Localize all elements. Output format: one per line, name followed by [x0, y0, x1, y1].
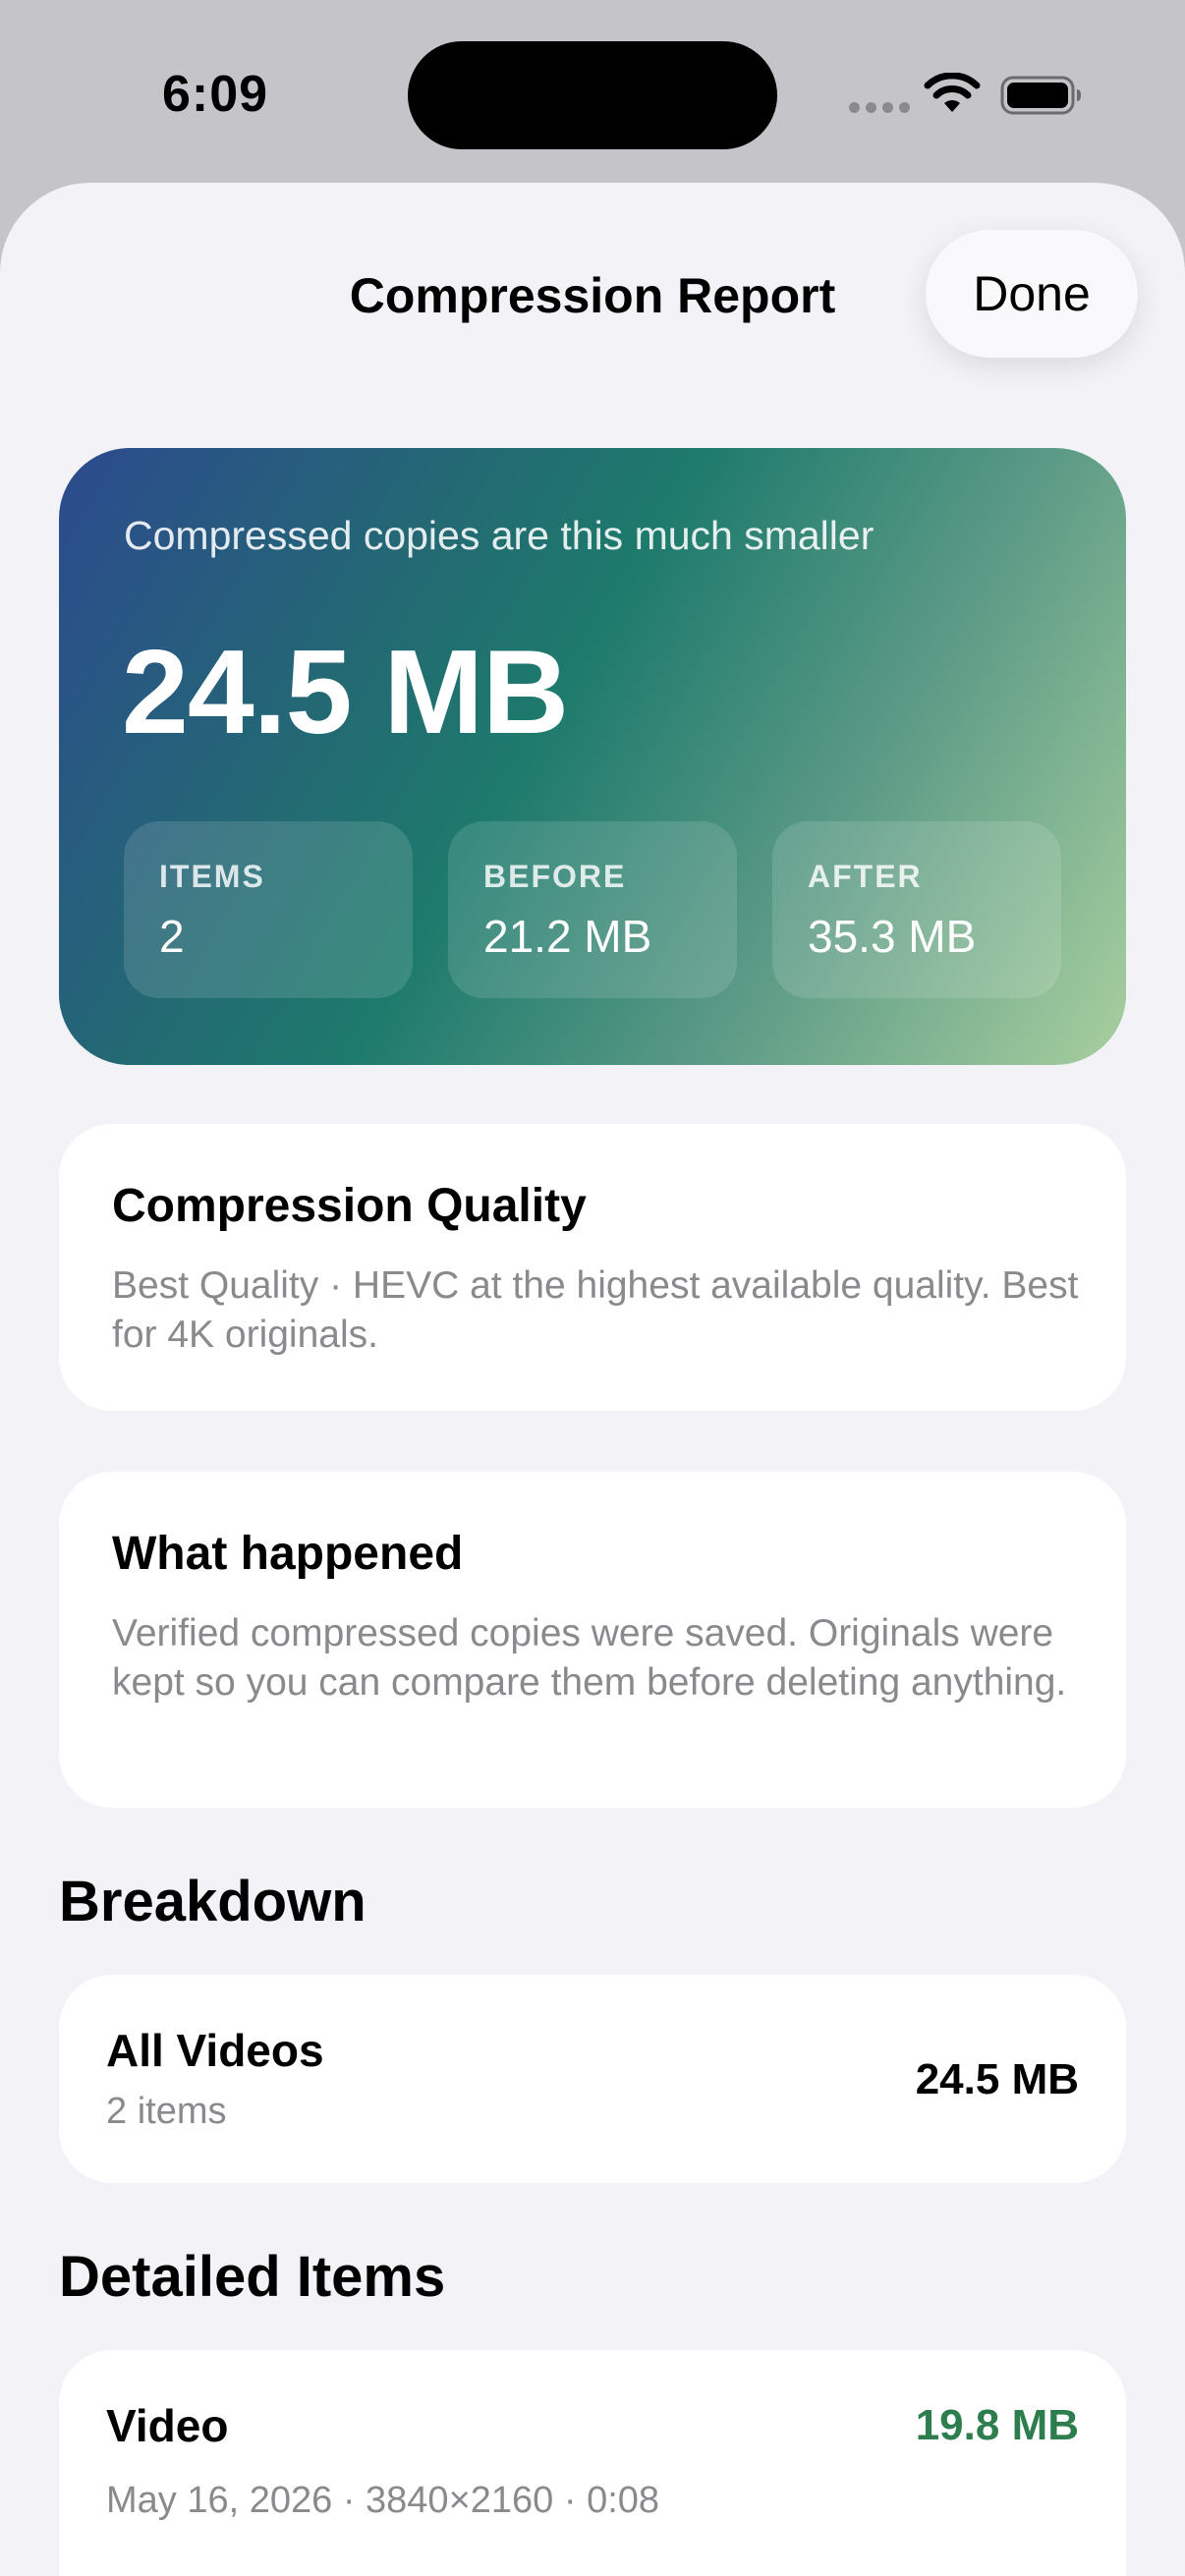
compression-quality-card: Compression Quality Best Quality · HEVC … — [59, 1124, 1126, 1411]
stat-value: 35.3 MB — [808, 911, 977, 962]
wifi-icon — [924, 73, 981, 112]
detailed-items-header: Detailed Items — [59, 2245, 446, 2309]
row-value: 19.8 MB — [915, 2401, 1079, 2449]
breakdown-header: Breakdown — [59, 1870, 367, 1933]
card-title: What happened — [112, 1528, 464, 1580]
battery-icon — [1000, 76, 1081, 115]
row-value: 24.5 MB — [915, 2055, 1079, 2103]
stat-value: 2 — [159, 911, 185, 962]
done-button[interactable]: Done — [926, 230, 1138, 358]
row-subtitle: May 16, 2026 · 3840×2160 · 0:08 — [106, 2480, 660, 2521]
status-bar: 6:09 — [0, 0, 1185, 187]
stat-after: AFTER 35.3 MB — [772, 821, 1061, 998]
row-title: Video — [106, 2400, 229, 2451]
status-time: 6:09 — [162, 66, 269, 123]
row-subtitle: 2 items — [106, 2091, 227, 2132]
savings-hero-card: Compressed copies are this much smaller … — [59, 448, 1126, 1065]
cellular-signal-icon — [849, 102, 910, 113]
compression-report-sheet: Compression Report Done Compressed copie… — [0, 183, 1185, 2576]
stat-label: ITEMS — [159, 859, 265, 894]
stat-label: BEFORE — [483, 859, 627, 894]
card-title: Compression Quality — [112, 1180, 587, 1232]
card-body: Best Quality · HEVC at the highest avail… — [112, 1264, 1079, 1356]
stat-items: ITEMS 2 — [124, 821, 413, 998]
stat-value: 21.2 MB — [483, 911, 652, 962]
row-title: All Videos — [106, 2025, 324, 2076]
hero-subtitle: Compressed copies are this much smaller — [124, 513, 875, 558]
dynamic-island — [408, 41, 777, 149]
savings-value: 24.5 MB — [122, 625, 569, 758]
detailed-item-video[interactable]: Video May 16, 2026 · 3840×2160 · 0:08 19… — [59, 2350, 1126, 2576]
stat-label: AFTER — [808, 859, 923, 894]
card-body: Verified compressed copies were saved. O… — [112, 1612, 1067, 1704]
what-happened-card: What happened Verified compressed copies… — [59, 1472, 1126, 1808]
breakdown-row-all-videos[interactable]: All Videos 2 items 24.5 MB — [59, 1975, 1126, 2183]
stat-before: BEFORE 21.2 MB — [448, 821, 737, 998]
